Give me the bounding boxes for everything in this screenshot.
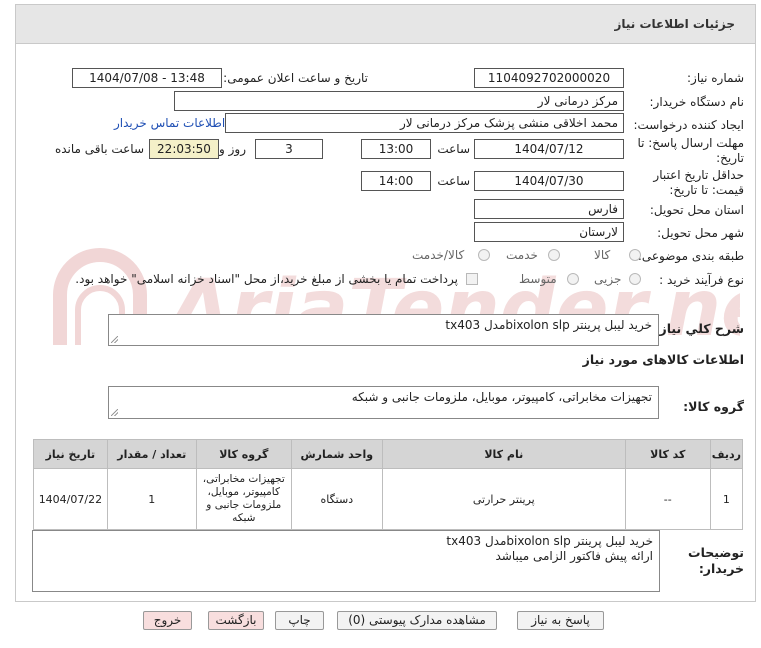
treasury-payment-checkbox[interactable]	[466, 273, 478, 285]
buyer-org-label: نام دستگاه خریدار:	[649, 95, 745, 109]
summary-label: شرح کلي نياز:	[654, 321, 744, 336]
province-field: فارس	[474, 199, 624, 219]
deadline-date-field: 1404/07/12	[474, 139, 624, 159]
back-button[interactable]: بازگشت	[208, 611, 264, 630]
need-number-field: 1104092702000020	[474, 68, 624, 88]
contact-buyer-link[interactable]: اطلاعات تماس خریدار	[114, 116, 225, 130]
cell-unit: دستگاه	[290, 468, 383, 530]
treasury-payment-note: پرداخت تمام یا بخشی از مبلغ خرید،از محل …	[75, 272, 458, 286]
category-option-goods: کالا	[594, 248, 611, 262]
buyer-notes-line2: ارائه پیش فاکتور الزامی میباشد	[495, 549, 653, 563]
exit-button[interactable]: خروج	[143, 611, 192, 630]
requester-label: ایجاد کننده درخواست:	[633, 118, 744, 132]
buyer-notes-label-line1: توضیحات	[688, 545, 744, 560]
purchase-radio-minor[interactable]	[629, 273, 641, 285]
cell-group: تجهیزات مخابراتی، کامپیوتر، موبایل، ملزو…	[195, 468, 292, 530]
deadline-time-field: 13:00	[361, 139, 431, 159]
resize-grip-icon[interactable]	[111, 336, 118, 343]
buyer-org-field: مرکز درمانی لار	[174, 91, 624, 111]
table-row[interactable]: 1 -- پرینتر حرارتی دستگاه تجهیزات مخابرا…	[33, 468, 744, 530]
purchase-option-medium: متوسط	[519, 272, 557, 286]
remaining-time-field: 22:03:50	[149, 139, 219, 159]
validity-time-field: 14:00	[361, 171, 431, 191]
category-radio-goods[interactable]	[629, 249, 641, 261]
days-field: 3	[255, 139, 323, 159]
reply-button[interactable]: پاسخ به نیاز	[517, 611, 604, 630]
goods-table: ردیف کد کالا نام کالا واحد شمارش گروه کا…	[33, 439, 744, 530]
col-header-row: ردیف	[709, 439, 744, 469]
validity-label-line1: حداقل تاریخ اعتبار	[653, 168, 744, 182]
validity-date-field: 1404/07/30	[474, 171, 624, 191]
buyer-notes-label-line2: خریدار:	[698, 561, 744, 576]
page-title: جزئیات اطلاعات نیاز	[614, 17, 735, 31]
announce-label: تاریخ و ساعت اعلان عمومی:	[223, 71, 368, 85]
goods-info-title: اطلاعات کالاهای مورد نیاز	[582, 352, 744, 367]
need-number-label: شماره نیاز:	[687, 71, 744, 85]
days-label: روز و	[219, 142, 246, 156]
city-field: لارستان	[474, 222, 624, 242]
cell-date: 1404/07/22	[33, 468, 108, 530]
validity-label-line2: قیمت: تا تاریخ:	[669, 183, 744, 197]
panel-header: جزئیات اطلاعات نیاز	[15, 4, 756, 44]
cell-row: 1	[709, 468, 744, 530]
deadline-label-line2: تاریخ:	[716, 151, 744, 165]
col-header-code: کد کالا	[624, 439, 711, 469]
summary-text: خرید لیبل پرینتر bixolon slpمدل tx403	[445, 318, 652, 332]
requester-field: محمد اخلاقی منشی پزشک مرکز درمانی لار	[225, 113, 624, 133]
category-radio-goods-service[interactable]	[478, 249, 490, 261]
summary-textarea[interactable]: خرید لیبل پرینتر bixolon slpمدل tx403	[108, 314, 659, 346]
cell-name: پرینتر حرارتی	[381, 468, 626, 530]
buyer-notes-line1: خرید لیبل پرینتر bixolon slpمدل tx403	[446, 534, 653, 548]
purchase-type-label: نوع فرآیند خرید :	[659, 273, 744, 287]
table-header-row: ردیف کد کالا نام کالا واحد شمارش گروه کا…	[33, 439, 744, 469]
purchase-option-minor: جزیی	[594, 272, 622, 286]
col-header-group: گروه کالا	[195, 439, 292, 469]
buyer-notes-textarea[interactable]: خرید لیبل پرینتر bixolon slpمدل tx403 ار…	[32, 530, 660, 592]
goods-group-textarea[interactable]: تجهیزات مخابراتی، کامپیوتر، موبایل، ملزو…	[108, 386, 659, 419]
remaining-label: ساعت باقی مانده	[54, 142, 144, 156]
category-option-service: خدمت	[506, 248, 538, 262]
cell-qty: 1	[106, 468, 197, 530]
goods-group-label: گروه کالا:	[683, 399, 744, 414]
category-radio-service[interactable]	[548, 249, 560, 261]
resize-grip-icon[interactable]	[111, 409, 118, 416]
category-label: طبقه بندی موضوعی:	[637, 249, 744, 263]
deadline-time-label: ساعت	[437, 142, 470, 156]
col-header-date: تاریخ نیاز	[33, 439, 108, 469]
cell-code: --	[624, 468, 711, 530]
city-label: شهر محل تحویل:	[657, 226, 744, 240]
announce-field: 1404/07/08 - 13:48	[72, 68, 222, 88]
goods-group-text: تجهیزات مخابراتی، کامپیوتر، موبایل، ملزو…	[351, 390, 652, 404]
col-header-qty: تعداد / مقدار	[106, 439, 197, 469]
deadline-label-line1: مهلت ارسال پاسخ: تا	[637, 136, 744, 150]
print-button[interactable]: چاپ	[275, 611, 324, 630]
province-label: استان محل تحویل:	[649, 203, 744, 217]
col-header-unit: واحد شمارش	[290, 439, 383, 469]
purchase-radio-medium[interactable]	[567, 273, 579, 285]
validity-time-label: ساعت	[437, 174, 470, 188]
view-attachments-button[interactable]: مشاهده مدارک پیوستی (0)	[337, 611, 497, 630]
col-header-name: نام کالا	[381, 439, 626, 469]
category-option-goods-service: کالا/خدمت	[412, 248, 465, 262]
